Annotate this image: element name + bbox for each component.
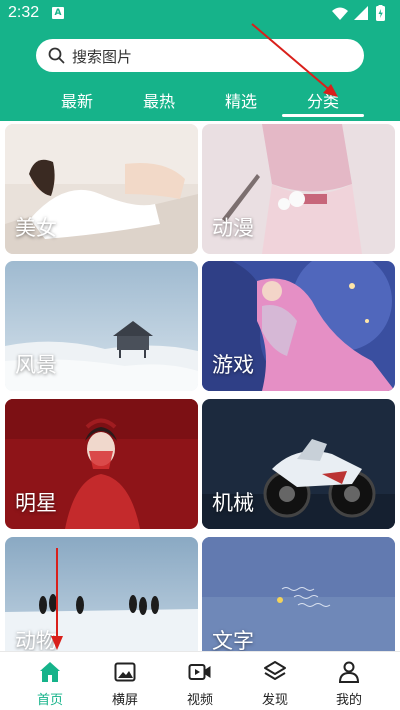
search-icon (48, 47, 65, 64)
notification-icon: A (52, 7, 64, 19)
nav-home[interactable]: 首页 (14, 652, 86, 710)
category-label: 动漫 (212, 216, 254, 240)
category-grid: 美女 动漫 风景 游戏 明星 机械 动物 文字 (0, 121, 400, 651)
nav-label: 我的 (335, 693, 362, 708)
person-icon (338, 661, 360, 683)
category-card-animals[interactable]: 动物 (5, 537, 198, 651)
tab-latest[interactable]: 最新 (36, 88, 118, 112)
signal-icon (354, 6, 368, 20)
category-label: 明星 (15, 491, 57, 515)
system-status-icons (332, 5, 385, 21)
category-label: 文字 (212, 629, 254, 651)
nav-landscape[interactable]: 横屏 (89, 652, 161, 710)
category-label: 游戏 (212, 353, 254, 377)
category-card-text[interactable]: 文字 (202, 537, 395, 651)
wifi-icon (332, 7, 348, 20)
tab-featured[interactable]: 精选 (200, 88, 282, 112)
nav-label: 视频 (186, 693, 213, 708)
nav-label: 横屏 (111, 693, 138, 708)
category-label: 机械 (212, 491, 254, 515)
active-tab-indicator (282, 114, 364, 117)
category-card-games[interactable]: 游戏 (202, 261, 395, 391)
category-card-machinery[interactable]: 机械 (202, 399, 395, 529)
nav-video[interactable]: 视频 (164, 652, 236, 710)
bottom-navigation: 首页 横屏 视频 发现 我的 (0, 651, 400, 710)
nav-label: 首页 (36, 693, 63, 708)
status-time: 2:32 (8, 4, 40, 21)
category-card-landscape[interactable]: 风景 (5, 261, 198, 391)
category-card-anime[interactable]: 动漫 (202, 124, 395, 254)
image-icon (114, 662, 136, 682)
category-card-beauty[interactable]: 美女 (5, 124, 198, 254)
app-header: 2:32 A 搜索图片 最新 最热 精选 分类 (0, 0, 400, 121)
status-bar: 2:32 A (0, 0, 400, 28)
layers-icon (264, 661, 286, 680)
nav-profile[interactable]: 我的 (313, 652, 385, 710)
search-placeholder: 搜索图片 (72, 48, 133, 66)
category-label: 风景 (15, 353, 57, 377)
tab-categories[interactable]: 分类 (282, 88, 364, 112)
category-label: 动物 (15, 629, 57, 651)
home-icon (40, 662, 60, 682)
nav-label: 发现 (261, 693, 288, 708)
tab-hottest[interactable]: 最热 (118, 88, 200, 112)
category-card-celebrities[interactable]: 明星 (5, 399, 198, 529)
category-label: 美女 (15, 216, 57, 240)
tab-bar: 最新 最热 精选 分类 (0, 84, 400, 118)
video-icon (188, 664, 211, 680)
nav-discover[interactable]: 发现 (239, 652, 311, 710)
search-bar[interactable]: 搜索图片 (36, 39, 364, 72)
